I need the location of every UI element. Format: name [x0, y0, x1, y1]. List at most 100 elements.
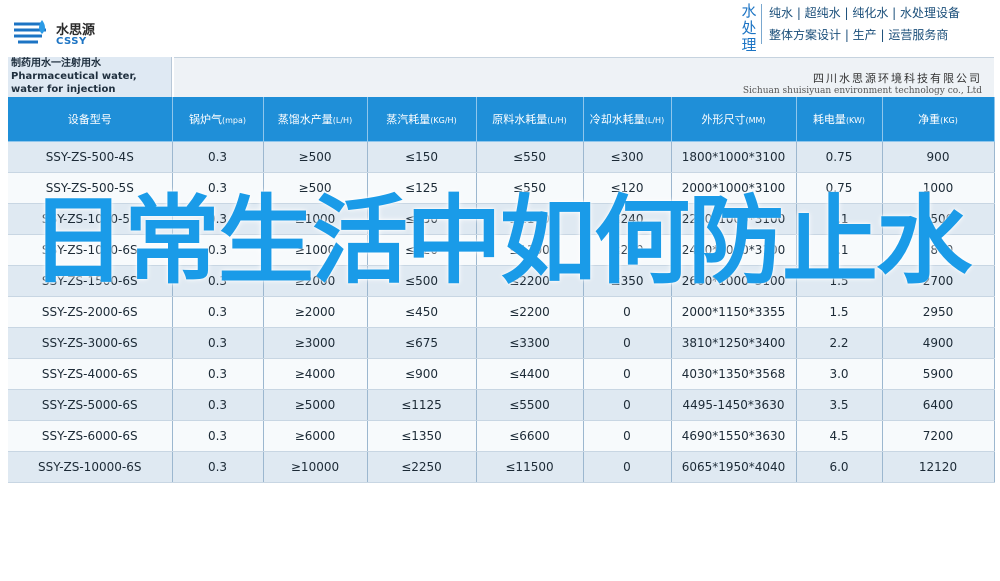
table-cell: SSY-ZS-6000-6S [8, 420, 173, 452]
table-row: SSY-ZS-4000-6S 0.3 ≥4000 ≤900 ≤4400 0 4030*135… [8, 358, 995, 390]
table-cell: ≤1350 [367, 420, 477, 452]
column-header-label: 蒸汽耗量 [386, 113, 431, 126]
column-header: 锅炉气(mpa) [172, 97, 264, 142]
table-cell: ≤6600 [476, 420, 584, 452]
table-cell: ≤2200 [476, 296, 584, 328]
product-name: 制药用水一注射用水 Pharmaceutical water, water fo… [8, 57, 172, 97]
column-header-label: 蒸馏水产量 [277, 113, 333, 126]
table-cell: SSY-ZS-500-4S [8, 141, 173, 173]
table-cell: 2000*1150*3355 [671, 296, 797, 328]
table-cell: ≥10000 [263, 451, 368, 483]
table-cell: 0.75 [796, 141, 883, 173]
column-header-unit: (KW) [845, 116, 866, 125]
table-cell: SSY-ZS-10000-6S [8, 451, 173, 483]
table-cell: ≥3000 [263, 327, 368, 359]
table-cell: ≥500 [263, 141, 368, 173]
table-row: SSY-ZS-5000-6S 0.3 ≥5000 ≤1125 ≤5500 0 4495-14… [8, 389, 995, 421]
table-cell: 4.5 [796, 420, 883, 452]
table-row: SSY-ZS-2000-6S 0.3 ≥2000 ≤450 ≤2200 0 2000*115… [8, 296, 995, 328]
table-row: SSY-ZS-500-4S 0.3 ≥500 ≤150 ≤550 ≤300 1800*100… [8, 141, 995, 173]
company-banner: 四川水思源环境科技有限公司 Sichuan shuisiyuan environ… [174, 57, 994, 98]
table-cell: SSY-ZS-5000-6S [8, 389, 173, 421]
table-cell: 0.3 [172, 389, 264, 421]
table-cell: 4030*1350*3568 [671, 358, 797, 390]
table-cell: 4690*1550*3630 [671, 420, 797, 452]
table-cell: 6065*1950*4040 [671, 451, 797, 483]
table-cell: 0 [583, 451, 672, 483]
column-header: 外形尺寸(MM) [671, 97, 797, 142]
table-cell: 3.5 [796, 389, 883, 421]
table-cell: 0 [583, 420, 672, 452]
table-cell: ≤2250 [367, 451, 477, 483]
vertical-category-title: 水处理 [741, 2, 757, 54]
table-cell: 6400 [882, 389, 995, 421]
table-cell: 0.3 [172, 327, 264, 359]
service-line-products: 纯水 | 超纯水 | 纯化水 | 水处理设备 [769, 6, 961, 20]
table-cell: 6.0 [796, 451, 883, 483]
table-cell: ≤300 [583, 141, 672, 173]
water-drop-logo-icon [14, 20, 46, 44]
column-header-label: 冷却水耗量 [589, 113, 645, 126]
column-header-label: 锅炉气 [188, 113, 222, 126]
column-header: 蒸馏水产量(L/H) [263, 97, 368, 142]
table-cell: 7200 [882, 420, 995, 452]
column-header-unit: (L/H) [547, 116, 567, 125]
product-strip: 制药用水一注射用水 Pharmaceutical water, water fo… [8, 57, 994, 98]
column-header-label: 外形尺寸 [701, 113, 746, 126]
table-cell: 0.3 [172, 296, 264, 328]
table-cell: SSY-ZS-4000-6S [8, 358, 173, 390]
service-line-services: 整体方案设计 | 生产 | 运营服务商 [769, 28, 949, 42]
table-row: SSY-ZS-3000-6S 0.3 ≥3000 ≤675 ≤3300 0 3810*125… [8, 327, 995, 359]
column-header-unit: (L/H) [644, 116, 665, 125]
table-cell: 5900 [882, 358, 995, 390]
table-header-row: 设备型号 锅炉气(mpa) 蒸馏水产量(L/H) 蒸汽耗量(KG/H) 原料水耗量(L/… [8, 97, 995, 142]
column-header-unit: (KG/H) [430, 116, 457, 125]
logo-text-en: CSSY [56, 36, 87, 47]
overlay-headline: 日常生活中如何防止水 [30, 185, 972, 297]
table-cell: 3810*1250*3400 [671, 327, 797, 359]
table-cell: SSY-ZS-3000-6S [8, 327, 173, 359]
table-cell: 1.5 [796, 296, 883, 328]
company-name-en: Sichuan shuisiyuan environment technolog… [742, 86, 982, 96]
column-header: 蒸汽耗量(KG/H) [367, 97, 477, 142]
column-header-label: 耗电量 [812, 113, 846, 126]
table-cell: 4900 [882, 327, 995, 359]
table-cell: ≤1125 [367, 389, 477, 421]
column-header-unit: (L/H) [332, 116, 353, 125]
table-cell: 2950 [882, 296, 995, 328]
table-cell: ≤150 [367, 141, 477, 173]
table-cell: 2.2 [796, 327, 883, 359]
table-cell: SSY-ZS-2000-6S [8, 296, 173, 328]
column-header: 耗电量(KW) [796, 97, 883, 142]
table-cell: ≤5500 [476, 389, 584, 421]
column-header: 设备型号 [8, 97, 173, 142]
table-cell: 4495-1450*3630 [671, 389, 797, 421]
column-header-label: 净重 [918, 113, 941, 126]
column-header: 原料水耗量(L/H) [476, 97, 584, 142]
table-cell: 12120 [882, 451, 995, 483]
table-cell: ≥4000 [263, 358, 368, 390]
table-cell: 1800*1000*3100 [671, 141, 797, 173]
table-cell: 3.0 [796, 358, 883, 390]
table-cell: 0.3 [172, 358, 264, 390]
table-cell: 900 [882, 141, 995, 173]
column-header-unit: (KG) [940, 116, 958, 125]
company-logo: 水思源 CSSY [12, 16, 122, 52]
table-cell: ≤675 [367, 327, 477, 359]
table-cell: ≤11500 [476, 451, 584, 483]
column-header: 冷却水耗量(L/H) [583, 97, 672, 142]
table-cell: ≤450 [367, 296, 477, 328]
table-cell: ≤3300 [476, 327, 584, 359]
table-row: SSY-ZS-6000-6S 0.3 ≥6000 ≤1350 ≤6600 0 4690*15… [8, 420, 995, 452]
table-cell: 0 [583, 358, 672, 390]
column-header-label: 设备型号 [67, 113, 112, 126]
table-row: SSY-ZS-10000-6S 0.3 ≥10000 ≤2250 ≤11500 0 6065… [8, 451, 995, 483]
table-cell: 0.3 [172, 420, 264, 452]
table-cell: ≤4400 [476, 358, 584, 390]
header-divider [761, 4, 762, 44]
table-cell: ≤900 [367, 358, 477, 390]
table-cell: 0 [583, 296, 672, 328]
table-cell: ≥5000 [263, 389, 368, 421]
column-header: 净重(KG) [882, 97, 995, 142]
column-header-label: 原料水耗量 [492, 113, 548, 126]
